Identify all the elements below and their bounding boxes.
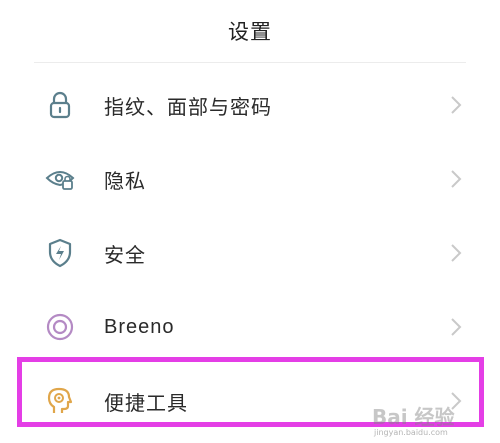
chevron-right-icon — [448, 315, 464, 339]
settings-item-label: 隐私 — [104, 170, 146, 193]
settings-item-security[interactable]: 安全 — [0, 216, 500, 290]
settings-item-privacy[interactable]: 隐私 — [0, 142, 500, 216]
header-divider — [34, 62, 466, 63]
breeno-icon — [44, 311, 76, 343]
settings-item-label: 指纹、面部与密码 — [104, 96, 272, 119]
settings-item-breeno[interactable]: Breeno — [0, 290, 500, 364]
convenience-tools-icon — [44, 385, 76, 417]
settings-item-fingerprint-face-password[interactable]: 指纹、面部与密码 — [0, 68, 500, 142]
shield-icon — [44, 237, 76, 269]
chevron-right-icon — [448, 93, 464, 117]
settings-list: 指纹、面部与密码 隐私 安全 Breeno 便捷工具 — [0, 68, 500, 438]
page-title: 设置 — [228, 21, 272, 44]
chevron-right-icon — [448, 241, 464, 265]
baidu-jingyan-watermark: Bai 经验 jingyan.baidu.com — [372, 397, 482, 437]
chevron-right-icon — [448, 167, 464, 191]
settings-item-label: 便捷工具 — [104, 392, 188, 415]
settings-item-label: 安全 — [104, 244, 146, 267]
watermark-main-text: Bai 经验 — [372, 405, 455, 429]
watermark-sub-text: jingyan.baidu.com — [374, 428, 448, 437]
lock-icon — [44, 89, 76, 121]
privacy-eye-icon — [44, 163, 76, 195]
settings-item-label: Breeno — [104, 315, 175, 338]
